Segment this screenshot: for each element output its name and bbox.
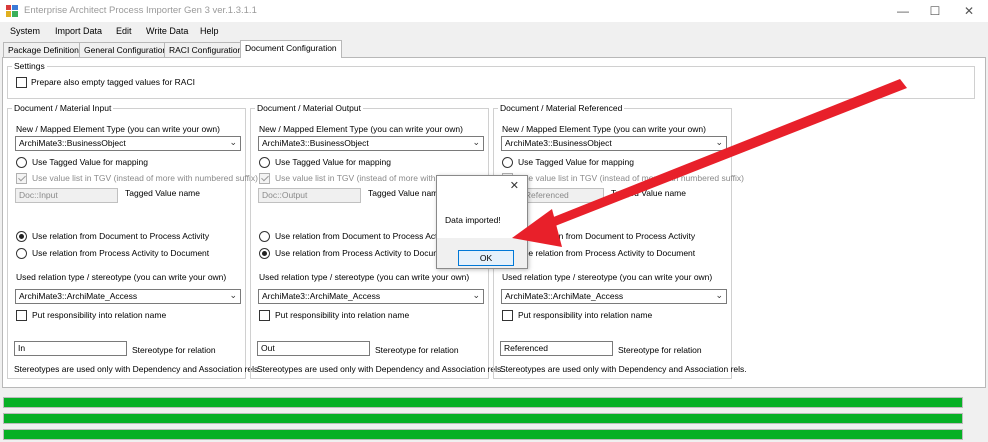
minimize-button[interactable]: —	[886, 0, 920, 22]
responsibility-checkbox[interactable]	[502, 310, 513, 321]
empty-tagged-values-label: Prepare also empty tagged values for RAC…	[31, 77, 195, 87]
use-tagged-label: Use Tagged Value for mapping	[32, 157, 148, 167]
rel-type-combo[interactable]: ArchiMate3::ArchiMate_Access ⌄	[258, 289, 484, 304]
element-type-combo[interactable]: ArchiMate3::BusinessObject ⌄	[258, 136, 484, 151]
value-list-checkbox[interactable]	[259, 173, 270, 184]
stereotype-note: Stereotypes are used only with Dependenc…	[257, 364, 504, 374]
tab-strip: Package Definition General Configuration…	[0, 40, 988, 58]
rel-type-combo[interactable]: ArchiMate3::ArchiMate_Access ⌄	[15, 289, 241, 304]
stereotype-note: Stereotypes are used only with Dependenc…	[500, 364, 747, 374]
chevron-down-icon: ⌄	[472, 137, 480, 147]
rel-type-value: ArchiMate3::ArchiMate_Access	[19, 291, 138, 301]
rel-doc-to-proc-label: Use relation from Document to Process Ac…	[518, 231, 696, 241]
use-tagged-label: Use Tagged Value for mapping	[275, 157, 391, 167]
progress-fill	[4, 430, 962, 439]
element-type-combo[interactable]: ArchiMate3::BusinessObject ⌄	[15, 136, 241, 151]
window-title: Enterprise Architect Process Importer Ge…	[24, 5, 257, 16]
stereotype-input[interactable]: Referenced	[500, 341, 613, 356]
element-type-value: ArchiMate3::BusinessObject	[19, 138, 126, 148]
stereotype-note: Stereotypes are used only with Dependenc…	[14, 364, 261, 374]
value-list-checkbox[interactable]	[16, 173, 27, 184]
tab-package-definition[interactable]: Package Definition	[3, 42, 84, 58]
stereotype-input[interactable]: Out	[257, 341, 370, 356]
maximize-button[interactable]: ☐	[918, 0, 952, 22]
rel-type-label: Used relation type / stereotype (you can…	[259, 272, 470, 282]
rel-doc-to-proc-radio[interactable]	[16, 231, 27, 242]
progress-bar-1	[3, 397, 963, 408]
stereotype-label: Stereotype for relation	[618, 345, 702, 355]
empty-tagged-values-checkbox[interactable]	[16, 77, 27, 88]
progress-bar-2	[3, 413, 963, 424]
value-list-label: Use value list in TGV (instead of more w…	[518, 173, 744, 183]
menu-write-data[interactable]: Write Data	[146, 26, 188, 36]
menu-import-data[interactable]: Import Data	[55, 26, 102, 36]
progress-bar-3	[3, 429, 963, 440]
title-bar: Enterprise Architect Process Importer Ge…	[0, 0, 988, 22]
stereotype-input[interactable]: In	[14, 341, 127, 356]
chevron-down-icon: ⌄	[229, 290, 237, 300]
tagged-value-input[interactable]: Doc::Output	[258, 188, 361, 203]
rel-proc-to-doc-label: Use relation from Process Activity to Do…	[32, 248, 210, 258]
rel-type-label: Used relation type / stereotype (you can…	[502, 272, 713, 282]
column-legend: Document / Material Referenced	[500, 103, 623, 113]
use-tagged-radio[interactable]	[16, 157, 27, 168]
menu-edit[interactable]: Edit	[116, 26, 132, 36]
column-legend: Document / Material Output	[257, 103, 361, 113]
rel-type-value: ArchiMate3::ArchiMate_Access	[505, 291, 624, 301]
value-list-label: Use value list in TGV (instead of more w…	[32, 173, 258, 183]
responsibility-label: Put responsibility into relation name	[275, 310, 410, 320]
tagged-name-label: Tagged Value name	[368, 188, 443, 198]
rel-type-label: Used relation type / stereotype (you can…	[16, 272, 227, 282]
rel-proc-to-doc-radio[interactable]	[16, 248, 27, 259]
tab-general-configuration[interactable]: General Configuration	[79, 42, 173, 58]
stereotype-label: Stereotype for relation	[375, 345, 459, 355]
chevron-down-icon: ⌄	[715, 137, 723, 147]
app-icon	[6, 5, 18, 17]
menu-bar: System Import Data Edit Write Data Help	[0, 22, 988, 40]
chevron-down-icon: ⌄	[472, 290, 480, 300]
rel-type-combo[interactable]: ArchiMate3::ArchiMate_Access ⌄	[501, 289, 727, 304]
responsibility-checkbox[interactable]	[259, 310, 270, 321]
tagged-value-input[interactable]: Doc::Input	[15, 188, 118, 203]
rel-proc-to-doc-label: Use relation from Process Activity to Do…	[518, 248, 696, 258]
rel-doc-to-proc-label: Use relation from Document to Process Ac…	[32, 231, 210, 241]
responsibility-label: Put responsibility into relation name	[32, 310, 167, 320]
dialog-close-icon[interactable]: ✕	[510, 179, 519, 192]
progress-fill	[4, 398, 962, 407]
responsibility-checkbox[interactable]	[16, 310, 27, 321]
rel-proc-to-doc-label: Use relation from Process Activity to Do…	[275, 248, 453, 258]
rel-doc-to-proc-label: Use relation from Document to Process Ac…	[275, 231, 453, 241]
menu-help[interactable]: Help	[200, 26, 219, 36]
menu-system[interactable]: System	[10, 26, 40, 36]
use-tagged-radio[interactable]	[259, 157, 270, 168]
chevron-down-icon: ⌄	[229, 137, 237, 147]
dialog-ok-button[interactable]: OK	[458, 250, 514, 266]
column-legend: Document / Material Input	[14, 103, 112, 113]
settings-legend: Settings	[14, 61, 45, 71]
close-button[interactable]: ✕	[952, 0, 986, 22]
use-tagged-radio[interactable]	[502, 157, 513, 168]
rel-doc-to-proc-radio[interactable]	[259, 231, 270, 242]
element-type-label: New / Mapped Element Type (you can write…	[16, 124, 220, 134]
tagged-name-label: Tagged Value name	[611, 188, 686, 198]
progress-fill	[4, 414, 962, 423]
stereotype-label: Stereotype for relation	[132, 345, 216, 355]
chevron-down-icon: ⌄	[715, 290, 723, 300]
tab-document-configuration[interactable]: Document Configuration	[240, 40, 342, 58]
use-tagged-label: Use Tagged Value for mapping	[518, 157, 634, 167]
element-type-label: New / Mapped Element Type (you can write…	[259, 124, 463, 134]
tab-raci-configuration[interactable]: RACI Configuration	[164, 42, 248, 58]
dialog-message: Data imported!	[445, 215, 501, 225]
tagged-name-label: Tagged Value name	[125, 188, 200, 198]
element-type-combo[interactable]: ArchiMate3::BusinessObject ⌄	[501, 136, 727, 151]
responsibility-label: Put responsibility into relation name	[518, 310, 653, 320]
rel-proc-to-doc-radio[interactable]	[259, 248, 270, 259]
element-type-label: New / Mapped Element Type (you can write…	[502, 124, 706, 134]
element-type-value: ArchiMate3::BusinessObject	[505, 138, 612, 148]
element-type-value: ArchiMate3::BusinessObject	[262, 138, 369, 148]
rel-type-value: ArchiMate3::ArchiMate_Access	[262, 291, 381, 301]
